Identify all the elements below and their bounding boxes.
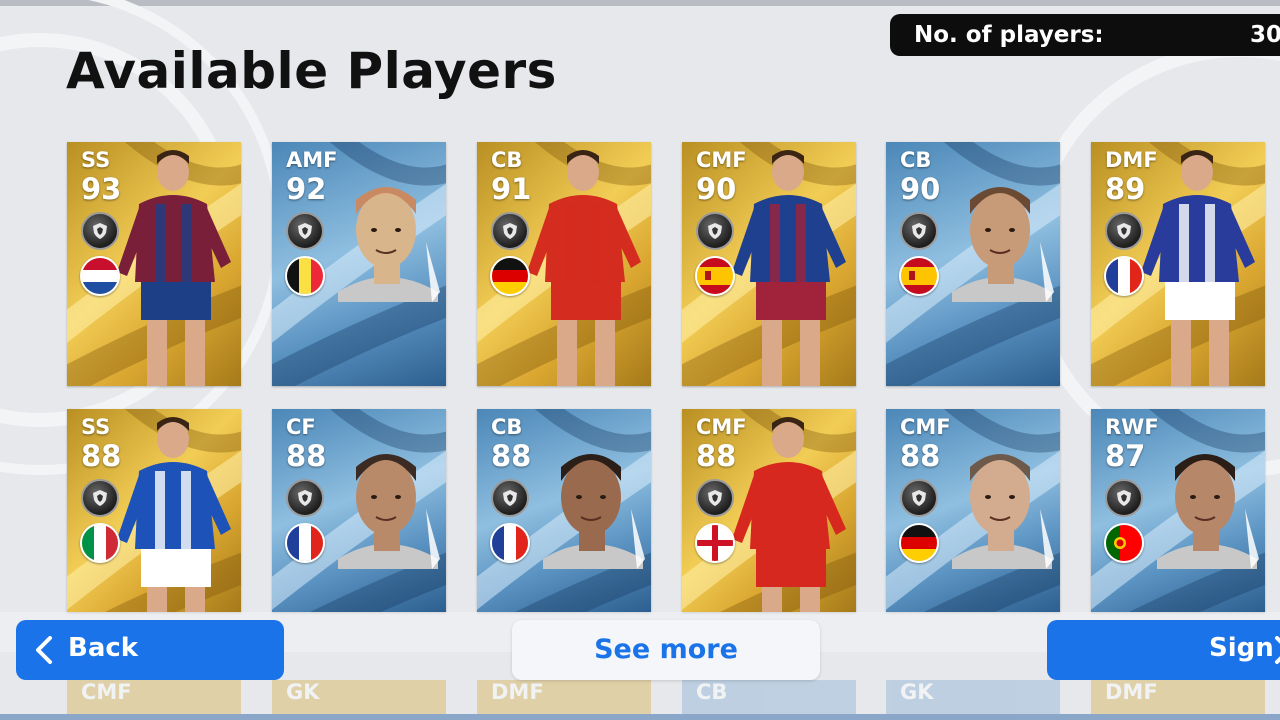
next-row-card-preview: CMF [67, 680, 241, 714]
nationality-flag-icon [490, 523, 530, 563]
player-count-value: 300 [1250, 22, 1280, 48]
player-portrait [1135, 409, 1265, 612]
sign-button[interactable]: Sign [1047, 620, 1280, 680]
player-rating: 88 [900, 439, 941, 473]
chevron-right-icon [1273, 636, 1280, 671]
player-position: RWF [1105, 415, 1159, 439]
player-position: CMF [696, 415, 747, 439]
back-button[interactable]: Back [16, 620, 284, 680]
shield-badge-icon [286, 479, 324, 517]
nationality-flag-icon [695, 523, 735, 563]
back-button-label: Back [68, 633, 139, 663]
player-card[interactable]: CB 90 [886, 142, 1060, 386]
player-card[interactable]: DMF 89 [1091, 142, 1265, 386]
page-title: Available Players [66, 42, 557, 100]
player-count-pill: No. of players: 300 [890, 14, 1280, 56]
next-row-card-preview: DMF [477, 680, 651, 714]
player-card[interactable]: CF 88 [272, 409, 446, 612]
player-position: DMF [1105, 148, 1158, 172]
player-position: CB [491, 148, 523, 172]
player-rating: 89 [1105, 172, 1146, 206]
nationality-flag-icon [1104, 523, 1144, 563]
shield-badge-icon [81, 212, 119, 250]
shield-badge-icon [81, 479, 119, 517]
player-card[interactable]: CMF 88 [682, 409, 856, 612]
shield-badge-icon [491, 479, 529, 517]
player-portrait [316, 409, 446, 612]
player-portrait [521, 409, 651, 612]
player-rating: 88 [286, 439, 327, 473]
nationality-flag-icon [899, 523, 939, 563]
shield-badge-icon [1105, 212, 1143, 250]
chevron-left-icon [34, 636, 54, 671]
shield-badge-icon [286, 212, 324, 250]
sign-button-label: Sign [1209, 633, 1274, 663]
player-card[interactable]: SS 88 [67, 409, 241, 612]
player-position: SS [81, 415, 111, 439]
nationality-flag-icon [285, 256, 325, 296]
player-portrait [726, 409, 856, 612]
nationality-flag-icon [899, 256, 939, 296]
nationality-flag-icon [285, 523, 325, 563]
player-card[interactable]: CMF 90 [682, 142, 856, 386]
player-position: SS [81, 148, 111, 172]
next-row-card-preview: GK [272, 680, 446, 714]
player-portrait [1135, 142, 1265, 386]
player-portrait [521, 142, 651, 386]
player-portrait [930, 142, 1060, 386]
nationality-flag-icon [80, 523, 120, 563]
see-more-button[interactable]: See more [512, 620, 820, 680]
bottom-strip [0, 714, 1280, 720]
next-row-card-preview: CB [682, 680, 856, 714]
player-count-label: No. of players: [914, 22, 1104, 48]
player-position: CB [900, 148, 932, 172]
player-rating: 88 [81, 439, 122, 473]
player-position: CMF [696, 148, 747, 172]
player-rating: 88 [491, 439, 532, 473]
player-card[interactable]: SS 93 [67, 142, 241, 386]
nationality-flag-icon [490, 256, 530, 296]
player-rating: 90 [696, 172, 737, 206]
player-portrait [111, 409, 241, 612]
shield-badge-icon [900, 479, 938, 517]
player-portrait [111, 142, 241, 386]
shield-badge-icon [900, 212, 938, 250]
player-portrait [930, 409, 1060, 612]
player-card[interactable]: CB 91 [477, 142, 651, 386]
player-portrait [316, 142, 446, 386]
shield-badge-icon [696, 212, 734, 250]
shield-badge-icon [491, 212, 529, 250]
player-rating: 91 [491, 172, 532, 206]
nationality-flag-icon [1104, 256, 1144, 296]
nationality-flag-icon [80, 256, 120, 296]
player-card[interactable]: CMF 88 [886, 409, 1060, 612]
player-position: CB [491, 415, 523, 439]
player-card[interactable]: RWF 87 [1091, 409, 1265, 612]
player-portrait [726, 142, 856, 386]
player-rating: 88 [696, 439, 737, 473]
player-position: AMF [286, 148, 338, 172]
player-rating: 93 [81, 172, 122, 206]
shield-badge-icon [696, 479, 734, 517]
player-rating: 87 [1105, 439, 1146, 473]
player-rating: 92 [286, 172, 327, 206]
next-row-card-preview: DMF [1091, 680, 1265, 714]
next-row-card-preview: GK [886, 680, 1060, 714]
nationality-flag-icon [695, 256, 735, 296]
player-rating: 90 [900, 172, 941, 206]
shield-badge-icon [1105, 479, 1143, 517]
player-card[interactable]: AMF 92 [272, 142, 446, 386]
player-position: CMF [900, 415, 951, 439]
player-position: CF [286, 415, 316, 439]
player-card[interactable]: CB 88 [477, 409, 651, 612]
